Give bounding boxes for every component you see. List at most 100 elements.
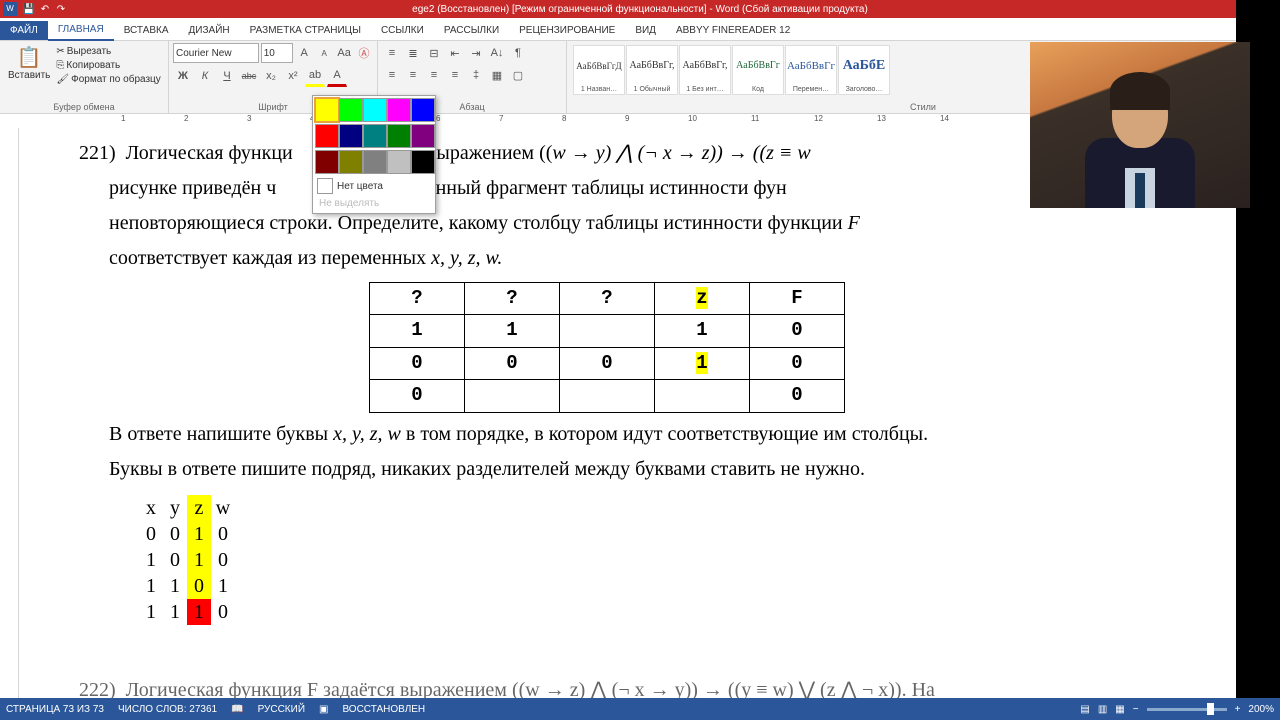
color-swatch[interactable]	[315, 150, 339, 174]
webcam-overlay	[1030, 42, 1250, 208]
stop-highlight-option[interactable]: Не выделять	[315, 196, 433, 211]
indent-icon[interactable]: ⇥	[466, 43, 486, 63]
color-swatch[interactable]	[339, 150, 363, 174]
align-right-icon[interactable]: ≡	[424, 65, 444, 85]
shrink-font-icon[interactable]: A	[315, 43, 333, 63]
view-print-icon[interactable]: ▤	[1080, 704, 1089, 715]
paste-button[interactable]: 📋 Вставить	[4, 43, 54, 86]
document-page[interactable]: 221) Логическая функция выражением ((w →…	[19, 128, 1280, 698]
window-title: ege2 (Восстановлен) [Режим ограниченной …	[412, 4, 868, 15]
superscript-button[interactable]: x²	[283, 66, 303, 86]
brush-icon: 🖌	[56, 74, 69, 85]
outdent-icon[interactable]: ⇤	[445, 43, 465, 63]
language-indicator[interactable]: РУССКИЙ	[258, 704, 305, 715]
zoom-in-icon[interactable]: +	[1235, 704, 1241, 715]
view-read-icon[interactable]: ▥	[1098, 704, 1107, 715]
line-spacing-icon[interactable]: ‡	[466, 65, 486, 85]
style-box[interactable]: АаБбВвГг,1 Без инт…	[679, 45, 731, 95]
word-icon: W	[3, 2, 17, 16]
font-name-combo[interactable]: Courier New	[173, 43, 259, 63]
color-swatch[interactable]	[315, 98, 339, 122]
format-painter-button[interactable]: 🖌Формат по образцу	[54, 73, 162, 86]
multilevel-icon[interactable]: ⊟	[424, 43, 444, 63]
tab-home[interactable]: ГЛАВНАЯ	[48, 20, 114, 41]
redo-icon[interactable]: ↷	[54, 2, 68, 16]
subscript-button[interactable]: x₂	[261, 66, 281, 86]
truth-table: ? ? ? z F 1110 00010 00	[369, 282, 845, 413]
problem-number: 221)	[79, 142, 116, 164]
no-color-swatch	[317, 178, 333, 194]
word-count[interactable]: ЧИСЛО СЛОВ: 27361	[118, 704, 217, 715]
undo-icon[interactable]: ↶	[38, 2, 52, 16]
title-bar: W 💾 ↶ ↷ ege2 (Восстановлен) [Режим огран…	[0, 0, 1280, 18]
borders-icon[interactable]: ▢	[508, 65, 528, 85]
tab-review[interactable]: РЕЦЕНЗИРОВАНИЕ	[509, 21, 625, 40]
highlight-button[interactable]: ab	[305, 65, 325, 87]
color-swatch[interactable]	[411, 150, 435, 174]
style-box[interactable]: АаБбВвГгПеремен…	[785, 45, 837, 95]
zoom-level[interactable]: 200%	[1248, 704, 1274, 715]
zoom-out-icon[interactable]: −	[1133, 704, 1139, 715]
sort-icon[interactable]: A↓	[487, 43, 507, 63]
zoom-slider[interactable]	[1147, 708, 1227, 711]
underline-button[interactable]: Ч	[217, 66, 237, 86]
group-clipboard: 📋 Вставить ✂Вырезать ⎘Копировать 🖌Формат…	[0, 41, 169, 113]
tab-insert[interactable]: ВСТАВКА	[114, 21, 179, 40]
highlight-color-popup: Нет цвета Не выделять	[312, 95, 436, 214]
paste-icon: 📋	[17, 45, 42, 70]
strike-button[interactable]: abc	[239, 66, 259, 86]
color-swatch[interactable]	[387, 124, 411, 148]
color-swatch[interactable]	[315, 124, 339, 148]
view-web-icon[interactable]: ▦	[1115, 704, 1124, 715]
spell-check-icon[interactable]: 📖	[231, 704, 243, 715]
document-area: 221) Логическая функция выражением ((w →…	[0, 128, 1280, 698]
grow-font-icon[interactable]: A	[295, 43, 313, 63]
page-scroll[interactable]: 221) Логическая функция выражением ((w →…	[19, 128, 1280, 698]
color-swatch[interactable]	[339, 124, 363, 148]
copy-button[interactable]: ⎘Копировать	[54, 59, 162, 72]
style-box[interactable]: АаБбВвГгКод	[732, 45, 784, 95]
tab-abbyy[interactable]: ABBYY FineReader 12	[666, 21, 800, 40]
cut-button[interactable]: ✂Вырезать	[54, 45, 162, 58]
change-case-icon[interactable]: Aa	[335, 43, 353, 63]
color-swatch[interactable]	[387, 98, 411, 122]
style-box[interactable]: АаБбВвГг,1 Обычный	[626, 45, 678, 95]
align-center-icon[interactable]: ≡	[403, 65, 423, 85]
style-box[interactable]: АаБбВвГгД1 Назван…	[573, 45, 625, 95]
align-left-icon[interactable]: ≡	[382, 65, 402, 85]
font-size-combo[interactable]: 10	[261, 43, 294, 63]
bold-button[interactable]: Ж	[173, 66, 193, 86]
ribbon-tabs: ФАЙЛ ГЛАВНАЯ ВСТАВКА ДИЗАЙН РАЗМЕТКА СТР…	[0, 18, 1280, 41]
tab-view[interactable]: ВИД	[625, 21, 666, 40]
color-swatch[interactable]	[411, 98, 435, 122]
tab-design[interactable]: ДИЗАЙН	[179, 21, 240, 40]
italic-button[interactable]: К	[195, 66, 215, 86]
recovered-indicator: ВОССТАНОВЛЕН	[342, 704, 425, 715]
tab-mail[interactable]: РАССЫЛКИ	[434, 21, 509, 40]
numbering-icon[interactable]: ≣	[403, 43, 423, 63]
color-swatch[interactable]	[363, 150, 387, 174]
tab-layout[interactable]: РАЗМЕТКА СТРАНИЦЫ	[240, 21, 371, 40]
bullets-icon[interactable]: ≡	[382, 43, 402, 63]
shading-icon[interactable]: ▦	[487, 65, 507, 85]
no-color-option[interactable]: Нет цвета	[315, 176, 433, 196]
clear-format-icon[interactable]: Ⓐ	[355, 43, 373, 63]
save-icon[interactable]: 💾	[22, 2, 36, 16]
color-swatch[interactable]	[363, 98, 387, 122]
color-swatch[interactable]	[339, 98, 363, 122]
tab-file[interactable]: ФАЙЛ	[0, 21, 48, 40]
copy-icon: ⎘	[56, 60, 64, 71]
style-box[interactable]: АаБбЕЗаголово…	[838, 45, 890, 95]
show-marks-icon[interactable]: ¶	[508, 43, 528, 63]
black-bar-right-lower	[1236, 206, 1280, 698]
macro-icon[interactable]: ▣	[319, 704, 328, 715]
color-swatch[interactable]	[363, 124, 387, 148]
font-color-button[interactable]: A	[327, 65, 347, 87]
justify-icon[interactable]: ≡	[445, 65, 465, 85]
page-indicator[interactable]: СТРАНИЦА 73 ИЗ 73	[6, 704, 104, 715]
color-swatch[interactable]	[387, 150, 411, 174]
vertical-ruler[interactable]	[0, 128, 19, 698]
color-swatch[interactable]	[411, 124, 435, 148]
quick-access-toolbar: 💾 ↶ ↷	[20, 2, 70, 16]
tab-refs[interactable]: ССЫЛКИ	[371, 21, 434, 40]
